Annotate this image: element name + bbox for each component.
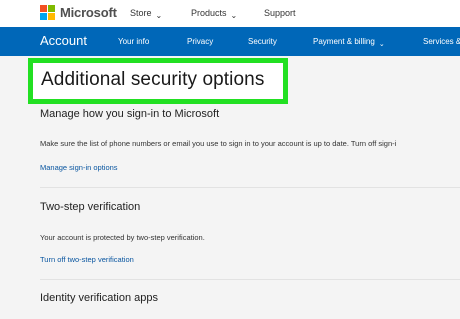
tab-privacy[interactable]: Privacy bbox=[187, 37, 213, 46]
nav-products[interactable]: Products ⌄ bbox=[191, 8, 238, 20]
top-header: Microsoft Store ⌄ Products ⌄ Support bbox=[0, 0, 460, 27]
page-title: Additional security options bbox=[41, 69, 265, 90]
nav-store-label: Store bbox=[130, 8, 152, 18]
microsoft-logo-icon bbox=[40, 5, 55, 20]
nav-support[interactable]: Support bbox=[264, 8, 296, 18]
section-text-two-step: Your account is protected by two-step ve… bbox=[40, 233, 205, 242]
nav-support-label: Support bbox=[264, 8, 296, 18]
chevron-down-icon: ⌄ bbox=[155, 11, 163, 20]
tab-services[interactable]: Services & bbox=[423, 37, 460, 46]
tab-security[interactable]: Security bbox=[248, 37, 277, 46]
nav-products-label: Products bbox=[191, 8, 227, 18]
chevron-down-icon: ⌄ bbox=[230, 11, 238, 20]
account-nav-bar: Account Your info Privacy Security Payme… bbox=[0, 27, 460, 56]
logo-square-red bbox=[40, 5, 47, 12]
turn-off-two-step-link[interactable]: Turn off two-step verification bbox=[40, 255, 134, 264]
chevron-down-icon: ⌄ bbox=[378, 41, 385, 48]
section-heading-sign-in: Manage how you sign-in to Microsoft bbox=[40, 108, 220, 120]
section-heading-two-step: Two-step verification bbox=[40, 201, 141, 213]
microsoft-logo[interactable]: Microsoft bbox=[40, 5, 117, 20]
logo-square-blue bbox=[40, 13, 47, 20]
section-heading-identity-apps: Identity verification apps bbox=[40, 292, 159, 304]
account-title[interactable]: Account bbox=[40, 33, 87, 48]
manage-sign-in-options-link[interactable]: Manage sign-in options bbox=[40, 163, 118, 172]
tab-payment-billing-label: Payment & billing bbox=[313, 37, 375, 46]
divider bbox=[40, 279, 460, 280]
divider bbox=[40, 187, 460, 188]
brand-name: Microsoft bbox=[60, 5, 117, 20]
nav-store[interactable]: Store ⌄ bbox=[130, 8, 163, 20]
section-text-sign-in: Make sure the list of phone numbers or e… bbox=[40, 139, 397, 148]
tab-payment-billing[interactable]: Payment & billing ⌄ bbox=[313, 37, 385, 48]
tab-your-info[interactable]: Your info bbox=[118, 37, 149, 46]
logo-square-green bbox=[48, 5, 55, 12]
logo-square-yellow bbox=[48, 13, 55, 20]
